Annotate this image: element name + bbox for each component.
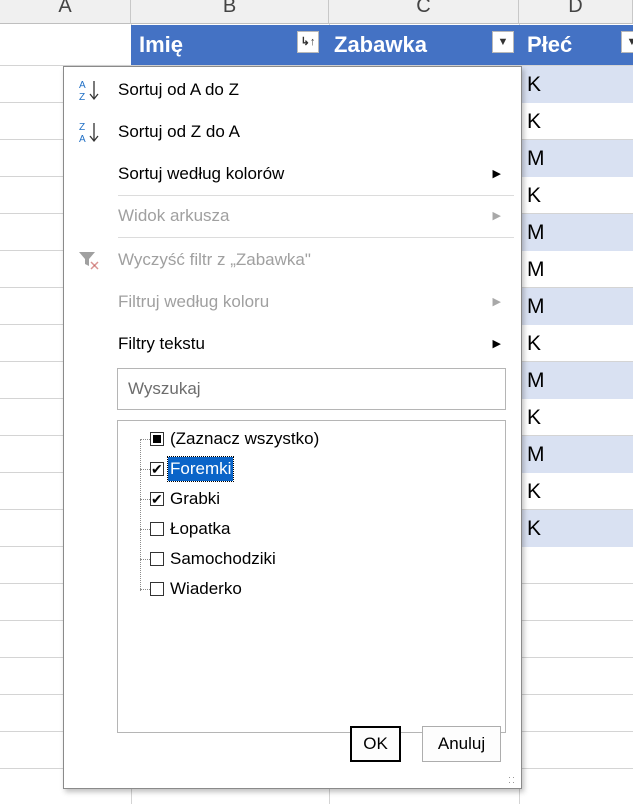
svg-text:Z: Z [79,92,85,103]
checkbox[interactable] [150,522,164,536]
filter-sorted-icon[interactable]: ↳↑ [297,31,319,53]
table-cell[interactable]: K [519,177,633,214]
column-letter: A [58,0,72,17]
menu-item-filter-by-color: Filtruj według koloru ▶ [64,281,521,323]
checkbox[interactable] [150,484,164,514]
menu-item-label: Sortuj od Z do A [118,122,240,141]
tree-connector [140,529,150,530]
checkbox[interactable] [150,582,164,596]
menu-item-sheet-view: Widok arkusza ▶ [64,195,521,237]
menu-item-text-filters[interactable]: Filtry tekstu ▶ [64,323,521,365]
list-item[interactable]: Wiaderko [118,574,418,604]
submenu-arrow-icon: ▶ [492,296,501,308]
checkbox[interactable] [150,552,164,566]
tree-connector [140,559,150,560]
column-header-c[interactable]: C [329,0,519,24]
dropdown-icon[interactable]: ▼ [492,31,514,53]
menu-item-label: Sortuj od A do Z [118,80,239,99]
menu-item-label: Sortuj według kolorów [118,164,285,183]
table-cell[interactable]: K [519,325,633,362]
menu-item-clear-filter: Wyczyść filtr z „Zabawka" [64,239,521,281]
checkbox[interactable] [150,454,164,484]
submenu-arrow-icon: ▶ [492,168,501,180]
resize-grip-icon[interactable]: ·· ·· [508,773,518,787]
tree-connector [140,469,150,470]
table-cell[interactable]: M [519,288,633,325]
table-cell[interactable]: M [519,362,633,399]
menu-item-label: Filtry tekstu [118,334,205,353]
cancel-button[interactable]: Anuluj [422,726,501,762]
list-item[interactable]: Samochodziki [118,544,418,574]
table-cell[interactable]: M [519,140,633,177]
search-input[interactable]: Wyszukaj [117,368,506,410]
menu-item-label: Filtruj według koloru [118,292,270,311]
dropdown-icon[interactable]: ▼ [621,31,633,53]
ok-button[interactable]: OK [350,726,401,762]
header-label: Imię [139,32,184,57]
submenu-arrow-icon: ▶ [492,338,501,350]
list-item-label: Wiaderko [170,579,242,598]
list-item-label: Grabki [170,489,221,508]
list-item-label: (Zaznacz wszystko) [170,429,320,448]
svg-text:A: A [79,80,86,91]
list-item[interactable]: Łopatka [118,514,418,544]
tree-connector [140,499,150,500]
svg-text:A: A [79,134,86,145]
svg-text:Z: Z [79,122,85,133]
column-letter: C [416,0,431,17]
menu-item-sort-za[interactable]: Z A Sortuj od Z do A [64,111,521,153]
table-header-imie[interactable]: Imię ↳↑ [131,25,329,65]
column-letter: D [568,0,583,17]
column-header-a[interactable]: A [0,0,131,24]
table-cell[interactable]: M [519,436,633,473]
table-cell[interactable]: K [519,510,633,547]
tree-connector [140,589,150,590]
table-cell[interactable]: K [519,473,633,510]
table-header-zabawka[interactable]: Zabawka ▼ [329,25,519,65]
list-item-label: Samochodziki [170,549,276,568]
table-cell[interactable]: K [519,66,633,103]
checkbox[interactable] [150,432,164,446]
table-cell[interactable]: M [519,251,633,288]
column-header-b[interactable]: B [131,0,329,24]
menu-separator [118,237,514,238]
list-item[interactable]: Foremki [118,454,418,484]
menu-item-sort-by-color[interactable]: Sortuj według kolorów ▶ [64,153,521,195]
table-header-plec[interactable]: Płeć ▼ [519,25,633,65]
submenu-arrow-icon: ▶ [492,210,501,222]
tree-connector [140,439,150,440]
list-item-label: Łopatka [170,519,231,538]
sort-ascending-icon: A Z [79,80,99,103]
menu-item-label: Wyczyść filtr z „Zabawka" [118,250,311,269]
filter-values-list[interactable]: (Zaznacz wszystko) Foremki Grabki Łopatk… [117,420,506,733]
column-letter: B [222,0,237,17]
table-cell[interactable]: K [519,399,633,436]
filter-dropdown-menu: A Z Sortuj od A do Z Z A Sortuj od Z do … [63,66,522,789]
menu-item-sort-az[interactable]: A Z Sortuj od A do Z [64,69,521,111]
sort-descending-icon: Z A [79,122,99,145]
column-header-d[interactable]: D [519,0,633,24]
list-item-select-all[interactable]: (Zaznacz wszystko) [118,424,418,454]
table-cell[interactable]: M [519,214,633,251]
list-item[interactable]: Grabki [118,484,418,514]
header-label: Płeć [527,32,573,57]
header-label: Zabawka [334,32,427,57]
table-cell[interactable]: K [519,103,633,140]
list-item-label: Foremki [166,456,235,482]
clear-filter-icon [79,252,99,270]
menu-item-label: Widok arkusza [118,206,230,225]
